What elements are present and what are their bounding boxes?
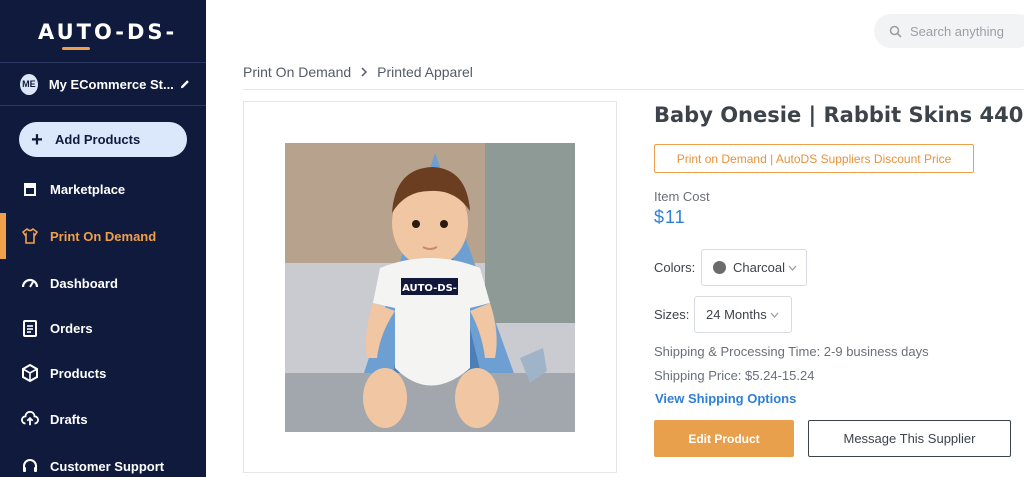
store-avatar: ME xyxy=(20,73,38,95)
search-input[interactable]: Search anything xyxy=(874,14,1024,48)
chevron-right-icon xyxy=(361,67,368,77)
sidebar-item-label: Customer Support xyxy=(50,458,165,474)
store-icon xyxy=(21,180,39,198)
message-supplier-button[interactable]: Message This Supplier xyxy=(808,420,1011,457)
clipboard-icon xyxy=(21,319,39,337)
sidebar-item-label: Marketplace xyxy=(50,181,126,197)
shipping-price-text: Shipping Price: $5.24-15.24 xyxy=(654,368,815,383)
search-placeholder: Search anything xyxy=(910,23,1004,39)
sidebar-item-products[interactable]: Products xyxy=(0,359,206,387)
item-cost-price: $11 xyxy=(654,207,686,227)
color-select-value: Charcoal xyxy=(733,260,786,275)
add-products-button[interactable]: + Add Products xyxy=(19,122,187,157)
search-icon xyxy=(889,25,902,38)
sizes-label: Sizes: xyxy=(654,307,690,322)
sidebar-item-label: Drafts xyxy=(50,411,88,427)
chevron-down-icon xyxy=(770,312,779,318)
pricing-badge: Print on Demand | AutoDS Suppliers Disco… xyxy=(654,144,974,173)
shipping-time-text: Shipping & Processing Time: 2-9 business… xyxy=(654,344,929,359)
onesie-print-text: AUTO-DS- xyxy=(402,283,457,294)
autods-logo[interactable]: AUTO-DS- xyxy=(38,20,177,44)
breadcrumb: Print On Demand Printed Apparel xyxy=(243,64,473,80)
colors-label: Colors: xyxy=(654,260,696,275)
store-selector[interactable]: ME My ECommerce St... xyxy=(20,72,190,96)
sidebar-item-print-on-demand[interactable]: Print On Demand xyxy=(0,222,206,250)
color-select[interactable]: Charcoal xyxy=(701,249,807,286)
add-products-label: Add Products xyxy=(55,132,141,147)
sidebar-divider xyxy=(0,62,206,63)
sidebar: AUTO-DS- ME My ECommerce St... + Add Pro… xyxy=(0,0,206,477)
plus-icon: + xyxy=(31,128,43,151)
size-select[interactable]: 24 Months xyxy=(694,296,792,333)
sidebar-item-label: Print On Demand xyxy=(50,228,157,244)
product-photo[interactable]: AUTO-DS- xyxy=(285,143,575,432)
product-title: Baby Onesie | Rabbit Skins 4400 xyxy=(654,103,1024,127)
breadcrumb-item[interactable]: Printed Apparel xyxy=(377,64,473,80)
sidebar-item-customer-support[interactable]: Customer Support xyxy=(0,452,206,477)
chevron-down-icon xyxy=(788,265,797,271)
view-shipping-options-link[interactable]: View Shipping Options xyxy=(655,391,796,406)
color-swatch xyxy=(713,261,726,274)
breadcrumb-item[interactable]: Print On Demand xyxy=(243,64,351,80)
sidebar-item-orders[interactable]: Orders xyxy=(0,314,206,342)
size-select-value: 24 Months xyxy=(706,307,767,322)
sidebar-divider xyxy=(0,105,206,106)
sidebar-item-label: Orders xyxy=(50,320,93,336)
sidebar-item-dashboard[interactable]: Dashboard xyxy=(0,269,206,297)
pencil-icon[interactable] xyxy=(180,78,190,90)
box-icon xyxy=(21,364,39,382)
breadcrumb-divider xyxy=(243,89,1024,90)
sidebar-item-label: Products xyxy=(50,365,107,381)
sidebar-item-drafts[interactable]: Drafts xyxy=(0,405,206,433)
store-name: My ECommerce St... xyxy=(48,76,174,92)
headset-icon xyxy=(21,457,39,475)
edit-product-button[interactable]: Edit Product xyxy=(654,420,794,457)
item-cost-label: Item Cost xyxy=(654,189,710,204)
logo-accent-mark xyxy=(62,47,90,50)
cloud-upload-icon xyxy=(21,410,39,428)
sidebar-item-label: Dashboard xyxy=(50,275,118,291)
sidebar-item-marketplace[interactable]: Marketplace xyxy=(0,175,206,203)
gauge-icon xyxy=(21,274,39,292)
shirt-icon xyxy=(21,227,39,245)
